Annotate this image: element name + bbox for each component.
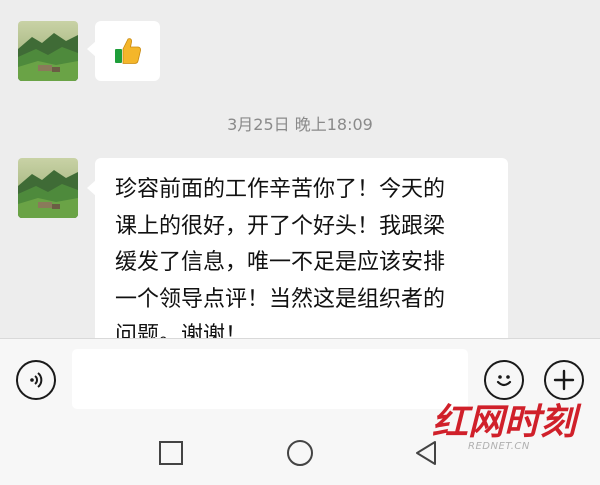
circle-home-icon (287, 440, 313, 466)
smiley-icon (496, 375, 512, 387)
more-functions-button[interactable] (544, 360, 584, 400)
thumbs-up-message-bubble[interactable] (87, 21, 160, 81)
contact-avatar[interactable] (18, 21, 78, 81)
voice-icon (30, 372, 43, 388)
message-line: 课上的很好，开了个好头！我跟梁 (115, 213, 446, 239)
landscape-avatar-image (18, 21, 78, 81)
message-timestamp: 3月25日 晚上18:09 (227, 115, 373, 134)
message-input[interactable] (72, 349, 468, 409)
rednet-logo-text: 红网时刻 (432, 402, 582, 442)
square-recent-icon (159, 441, 183, 465)
rednet-url: REDNET.CN (468, 441, 530, 452)
message-line: 缓发了信息，唯一不足是应该安排 (115, 250, 446, 275)
text-message-bubble[interactable]: 珍容前面的工作辛苦你了！今天的 课上的很好，开了个好头！我跟梁 缓发了信息，唯一… (87, 158, 508, 338)
thumbs-up-icon (114, 38, 141, 64)
message-line: 珍容前面的工作辛苦你了！今天的 (115, 177, 446, 202)
rednet-watermark: 红网时刻 REDNET.CN (428, 398, 593, 458)
rednet-logo: 红网时刻 (432, 402, 582, 442)
message-line: 一个领导点评！当然这是组织者的 (115, 286, 446, 312)
emoji-button[interactable] (484, 360, 524, 400)
message-line: 问题。谢谢！ (115, 323, 248, 338)
chat-area[interactable]: 3月25日 晚上18:09 珍容前面的工作辛苦你了！今天的 课上的很好，开了个好… (0, 0, 600, 338)
landscape-avatar-image (18, 158, 78, 218)
plus-icon (553, 369, 575, 391)
recent-apps-button[interactable] (156, 438, 186, 468)
contact-avatar[interactable] (18, 158, 78, 218)
home-button[interactable] (285, 438, 315, 468)
voice-input-button[interactable] (16, 360, 56, 400)
